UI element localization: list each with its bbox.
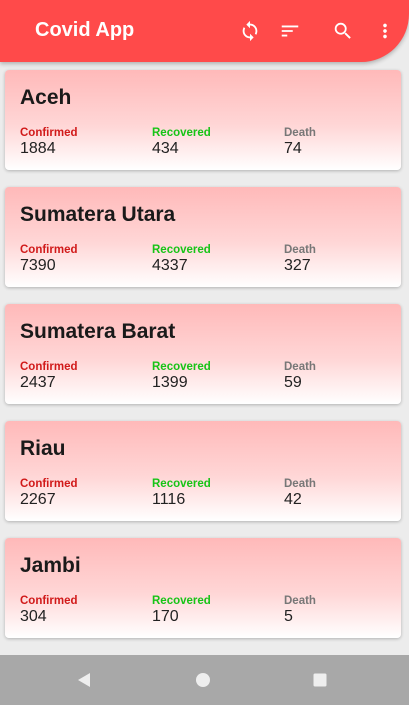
province-name: Sumatera Barat — [20, 320, 176, 343]
search-button[interactable] — [326, 14, 360, 48]
recovered-value: 1116 — [152, 491, 186, 508]
death-label: Death — [284, 478, 316, 490]
death-label: Death — [284, 127, 316, 139]
confirmed-value: 2267 — [20, 491, 56, 508]
province-card[interactable]: Jambi Confirmed 304 Recovered 170 Death … — [5, 538, 401, 638]
death-label: Death — [284, 244, 316, 256]
recovered-stat: Recovered 434 — [152, 127, 211, 158]
death-label: Death — [284, 361, 316, 373]
back-button[interactable] — [74, 670, 94, 690]
province-list[interactable]: Aceh Confirmed 1884 Recovered 434 Death … — [0, 62, 409, 655]
recovered-stat: Recovered 4337 — [152, 244, 211, 275]
confirmed-value: 1884 — [20, 140, 56, 157]
recovered-stat: Recovered 1116 — [152, 478, 211, 509]
province-name: Riau — [20, 437, 66, 460]
app-bar: Covid App — [0, 0, 409, 62]
death-value: 59 — [284, 374, 302, 391]
province-name: Sumatera Utara — [20, 203, 176, 226]
province-card[interactable]: Sumatera Utara Confirmed 7390 Recovered … — [5, 187, 401, 287]
recents-icon — [313, 673, 327, 687]
confirmed-stat: Confirmed 7390 — [20, 244, 78, 275]
death-stat: Death 74 — [284, 127, 316, 158]
death-value: 5 — [284, 608, 293, 625]
confirmed-stat: Confirmed 2267 — [20, 478, 78, 509]
sort-icon — [281, 25, 299, 37]
recovered-value: 4337 — [152, 257, 188, 274]
recovered-label: Recovered — [152, 478, 211, 490]
refresh-icon — [242, 20, 258, 42]
recovered-stat: Recovered 170 — [152, 595, 211, 626]
confirmed-value: 304 — [20, 608, 47, 625]
app-title: Covid App — [35, 19, 135, 41]
back-icon — [78, 673, 90, 687]
province-card[interactable]: Riau Confirmed 2267 Recovered 1116 Death… — [5, 421, 401, 521]
recovered-label: Recovered — [152, 244, 211, 256]
system-navigation-bar — [0, 655, 409, 705]
recovered-label: Recovered — [152, 595, 211, 607]
death-stat: Death 5 — [284, 595, 316, 626]
confirmed-label: Confirmed — [20, 244, 78, 256]
home-icon — [196, 673, 210, 687]
death-stat: Death 327 — [284, 244, 316, 275]
province-name: Jambi — [20, 554, 81, 577]
confirmed-label: Confirmed — [20, 127, 78, 139]
death-value: 42 — [284, 491, 302, 508]
more-vert-icon — [383, 23, 387, 39]
province-name: Aceh — [20, 86, 72, 109]
death-stat: Death 42 — [284, 478, 316, 509]
confirmed-value: 2437 — [20, 374, 56, 391]
refresh-button[interactable] — [233, 14, 267, 48]
recovered-label: Recovered — [152, 361, 211, 373]
province-card[interactable]: Aceh Confirmed 1884 Recovered 434 Death … — [5, 70, 401, 170]
death-stat: Death 59 — [284, 361, 316, 392]
confirmed-label: Confirmed — [20, 361, 78, 373]
confirmed-stat: Confirmed 304 — [20, 595, 78, 626]
death-value: 327 — [284, 257, 311, 274]
confirmed-value: 7390 — [20, 257, 56, 274]
confirmed-label: Confirmed — [20, 595, 78, 607]
home-button[interactable] — [193, 670, 213, 690]
recovered-value: 170 — [152, 608, 179, 625]
recents-button[interactable] — [310, 670, 330, 690]
recovered-value: 1399 — [152, 374, 188, 391]
death-value: 74 — [284, 140, 302, 157]
more-options-button[interactable] — [368, 14, 402, 48]
province-card[interactable]: Sumatera Barat Confirmed 2437 Recovered … — [5, 304, 401, 404]
recovered-label: Recovered — [152, 127, 211, 139]
confirmed-stat: Confirmed 1884 — [20, 127, 78, 158]
sort-button[interactable] — [273, 14, 307, 48]
confirmed-stat: Confirmed 2437 — [20, 361, 78, 392]
search-icon — [334, 22, 351, 39]
recovered-value: 434 — [152, 140, 179, 157]
confirmed-label: Confirmed — [20, 478, 78, 490]
death-label: Death — [284, 595, 316, 607]
recovered-stat: Recovered 1399 — [152, 361, 211, 392]
